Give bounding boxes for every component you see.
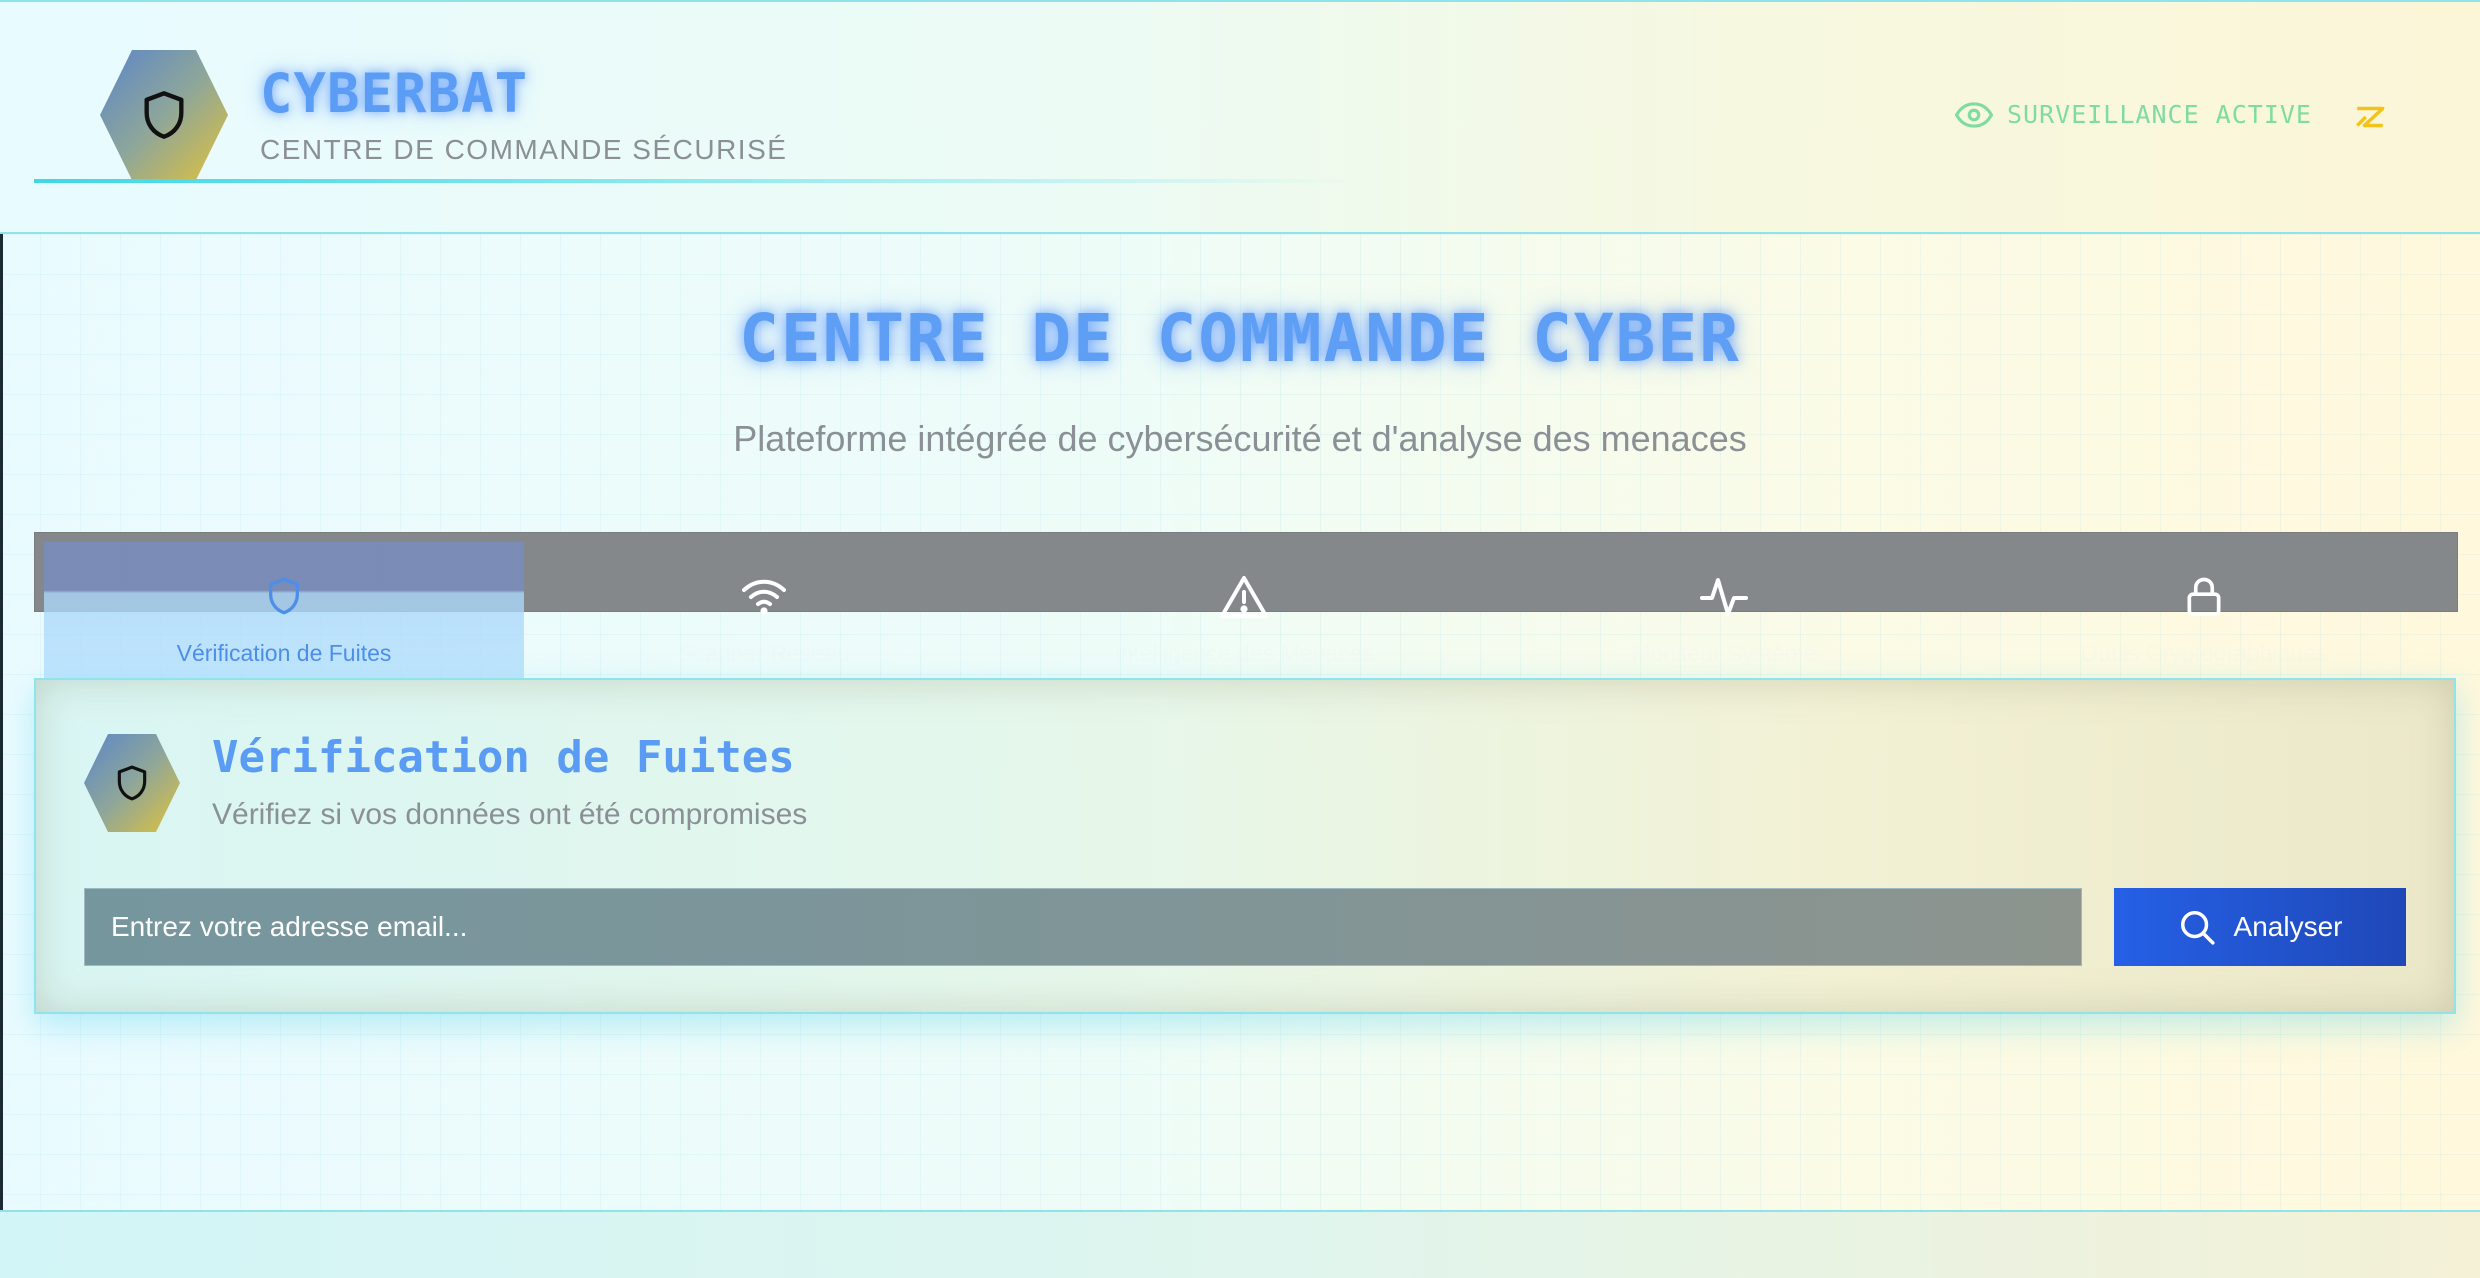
panel-subtitle: Vérifiez si vos données ont été compromi…: [212, 798, 808, 831]
tab-label: Vérification de Fuites: [176, 640, 392, 666]
logo-badge: [100, 50, 228, 180]
shield-icon: [117, 765, 147, 801]
tab-threat-intelligence[interactable]: Intelligence des Menaces: [1004, 542, 1484, 684]
header-underline: [34, 179, 1364, 183]
page-subtitle: Plateforme intégrée de cybersécurité et …: [733, 418, 1747, 459]
analyze-button-label: Analyser: [2233, 911, 2343, 942]
tab-label: Intelligence des Menaces: [1114, 640, 1374, 666]
surveillance-status: SURVEILLANCE ACTIVE: [1955, 100, 2312, 129]
tab-label: Outils Cryptographiques: [2080, 640, 2328, 666]
tab-label: Scanner Réseau: [678, 640, 850, 666]
tab-label: Moniteur Système: [1631, 640, 1817, 666]
tab-leak-check[interactable]: Vérification de Fuites: [44, 542, 524, 684]
wifi-icon: [742, 579, 786, 615]
warning-icon: [1220, 576, 1268, 618]
app-header: CYBERBAT CENTRE DE COMMANDE SÉCURISÉ SUR…: [0, 0, 2480, 234]
panel-title: Vérification de Fuites: [212, 732, 795, 783]
email-input[interactable]: [84, 888, 2082, 966]
search-icon: [2180, 911, 2215, 945]
brand-title: CYBERBAT: [260, 62, 529, 125]
page-title: CENTRE DE COMMANDE CYBER: [739, 300, 1741, 377]
lock-icon: [2187, 577, 2221, 617]
analyze-button[interactable]: Analyser: [2114, 888, 2406, 966]
zap-icon[interactable]: [2352, 100, 2388, 134]
tab-system-monitor[interactable]: Moniteur Système: [1484, 542, 1964, 684]
app-footer: [0, 1210, 2480, 1278]
activity-icon: [1700, 578, 1748, 616]
shield-icon: [269, 577, 299, 615]
tab-crypto-tools[interactable]: Outils Cryptographiques: [1964, 542, 2444, 684]
brand-tagline: CENTRE DE COMMANDE SÉCURISÉ: [260, 134, 788, 165]
tab-network-scanner[interactable]: Scanner Réseau: [524, 542, 1004, 684]
eye-icon: [1955, 101, 1993, 128]
status-label: SURVEILLANCE ACTIVE: [2007, 100, 2312, 129]
shield-icon: [144, 91, 184, 139]
